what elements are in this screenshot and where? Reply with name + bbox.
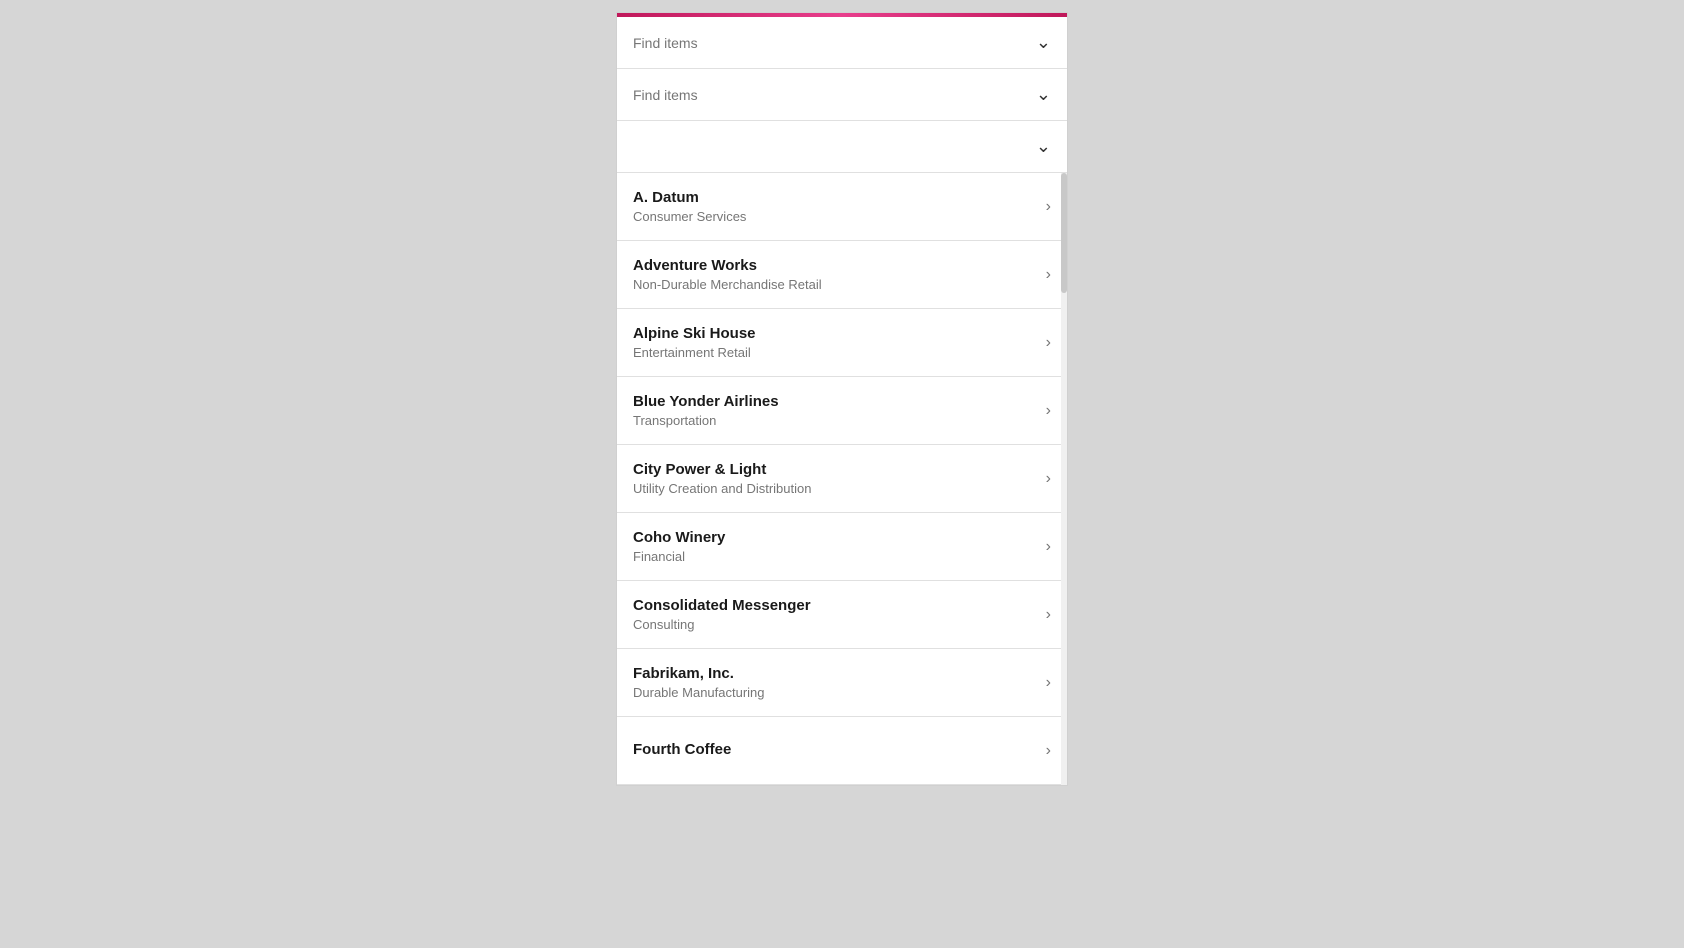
chevron-down-icon-3: ⌄ bbox=[1036, 136, 1051, 157]
list-item-fabrikam-inc[interactable]: Fabrikam, Inc. Durable Manufacturing › bbox=[617, 649, 1067, 717]
list-item-coho-winery[interactable]: Coho Winery Financial › bbox=[617, 513, 1067, 581]
list-item-content: Adventure Works Non-Durable Merchandise … bbox=[633, 257, 1038, 292]
item-subtitle-city-power-light: Utility Creation and Distribution bbox=[633, 481, 1038, 496]
chevron-right-icon-consolidated-messenger: › bbox=[1046, 606, 1051, 624]
item-subtitle-coho-winery: Financial bbox=[633, 549, 1038, 564]
chevron-down-icon-1: ⌄ bbox=[1036, 32, 1051, 53]
list-item-content: Fourth Coffee bbox=[633, 741, 1038, 761]
item-name-fourth-coffee: Fourth Coffee bbox=[633, 741, 1038, 758]
filter-row-3[interactable]: ⌄ bbox=[617, 121, 1067, 173]
list-item-blue-yonder-airlines[interactable]: Blue Yonder Airlines Transportation › bbox=[617, 377, 1067, 445]
list-item-content: Fabrikam, Inc. Durable Manufacturing bbox=[633, 665, 1038, 700]
item-name-blue-yonder-airlines: Blue Yonder Airlines bbox=[633, 393, 1038, 410]
list-item-content: Alpine Ski House Entertainment Retail bbox=[633, 325, 1038, 360]
item-name-fabrikam-inc: Fabrikam, Inc. bbox=[633, 665, 1038, 682]
list-item-content: Blue Yonder Airlines Transportation bbox=[633, 393, 1038, 428]
item-name-city-power-light: City Power & Light bbox=[633, 461, 1038, 478]
chevron-right-icon-city-power-light: › bbox=[1046, 470, 1051, 488]
main-panel: Find items ⌄ Find items ⌄ ⌄ A. Datum Con… bbox=[616, 12, 1068, 786]
chevron-right-icon-adventure-works: › bbox=[1046, 266, 1051, 284]
list-item-content: Coho Winery Financial bbox=[633, 529, 1038, 564]
chevron-right-icon-blue-yonder-airlines: › bbox=[1046, 402, 1051, 420]
item-name-alpine-ski-house: Alpine Ski House bbox=[633, 325, 1038, 342]
chevron-down-icon-2: ⌄ bbox=[1036, 84, 1051, 105]
filter-row-1[interactable]: Find items ⌄ bbox=[617, 17, 1067, 69]
list-item-content: A. Datum Consumer Services bbox=[633, 189, 1038, 224]
list-item-consolidated-messenger[interactable]: Consolidated Messenger Consulting › bbox=[617, 581, 1067, 649]
list-item-city-power-light[interactable]: City Power & Light Utility Creation and … bbox=[617, 445, 1067, 513]
item-name-consolidated-messenger: Consolidated Messenger bbox=[633, 597, 1038, 614]
list-item-content: City Power & Light Utility Creation and … bbox=[633, 461, 1038, 496]
filter-row-2[interactable]: Find items ⌄ bbox=[617, 69, 1067, 121]
chevron-right-icon-alpine-ski-house: › bbox=[1046, 334, 1051, 352]
scrollbar-area[interactable] bbox=[1061, 173, 1067, 785]
list-item-fourth-coffee[interactable]: Fourth Coffee › bbox=[617, 717, 1067, 785]
filter-label-1: Find items bbox=[633, 35, 698, 51]
item-subtitle-blue-yonder-airlines: Transportation bbox=[633, 413, 1038, 428]
list-item-content: Consolidated Messenger Consulting bbox=[633, 597, 1038, 632]
chevron-right-icon-a-datum: › bbox=[1046, 198, 1051, 216]
scrollbar-thumb[interactable] bbox=[1061, 173, 1067, 293]
item-subtitle-adventure-works: Non-Durable Merchandise Retail bbox=[633, 277, 1038, 292]
item-subtitle-alpine-ski-house: Entertainment Retail bbox=[633, 345, 1038, 360]
item-subtitle-fabrikam-inc: Durable Manufacturing bbox=[633, 685, 1038, 700]
chevron-right-icon-fourth-coffee: › bbox=[1046, 742, 1051, 760]
item-subtitle-a-datum: Consumer Services bbox=[633, 209, 1038, 224]
list-item-a-datum[interactable]: A. Datum Consumer Services › bbox=[617, 173, 1067, 241]
item-subtitle-consolidated-messenger: Consulting bbox=[633, 617, 1038, 632]
chevron-right-icon-coho-winery: › bbox=[1046, 538, 1051, 556]
item-name-a-datum: A. Datum bbox=[633, 189, 1038, 206]
item-name-adventure-works: Adventure Works bbox=[633, 257, 1038, 274]
chevron-right-icon-fabrikam-inc: › bbox=[1046, 674, 1051, 692]
filter-label-2: Find items bbox=[633, 87, 698, 103]
page-container: Find items ⌄ Find items ⌄ ⌄ A. Datum Con… bbox=[0, 0, 1684, 948]
list-container: A. Datum Consumer Services › Adventure W… bbox=[617, 173, 1067, 785]
item-name-coho-winery: Coho Winery bbox=[633, 529, 1038, 546]
list-item-adventure-works[interactable]: Adventure Works Non-Durable Merchandise … bbox=[617, 241, 1067, 309]
list-item-alpine-ski-house[interactable]: Alpine Ski House Entertainment Retail › bbox=[617, 309, 1067, 377]
